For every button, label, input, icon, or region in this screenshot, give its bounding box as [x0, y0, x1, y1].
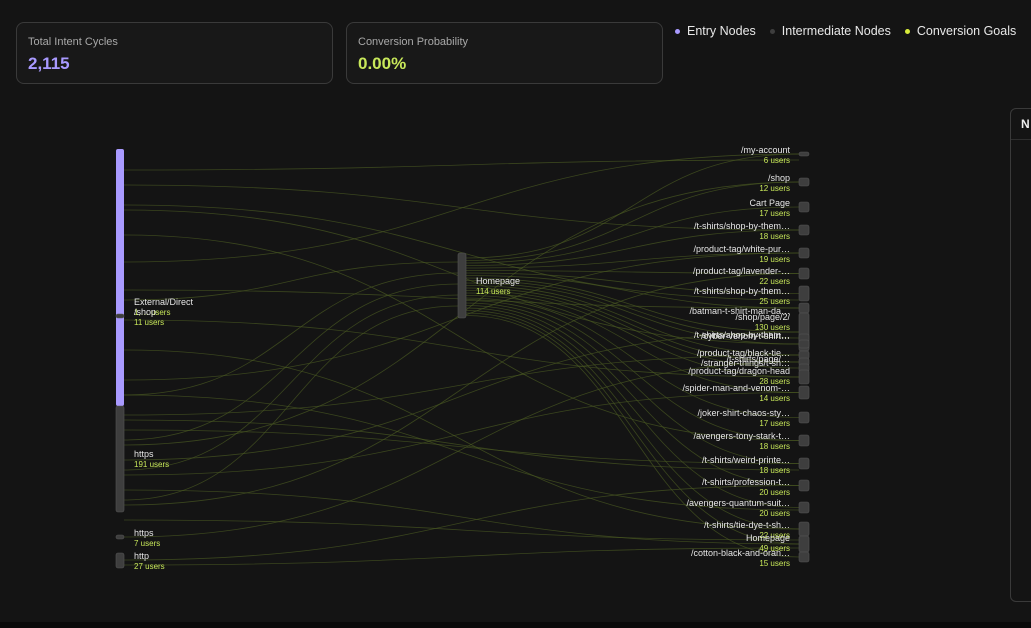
target-node-bar-avengers-quantum-suit[interactable]: [798, 501, 810, 514]
source-node-bar-https[interactable]: [115, 534, 125, 540]
target-node-bar-cart-page[interactable]: [798, 201, 810, 213]
target-node-count-shop: 12 users: [759, 184, 790, 193]
source-node-bar-https[interactable]: [115, 405, 125, 513]
target-node-count-cart-page: 17 users: [759, 209, 790, 218]
target-node-count-my-account: 6 users: [764, 156, 790, 165]
target-node-label-shop-page-2: /shop/page/2/: [735, 312, 790, 322]
target-node-bar-cotton-black-and-oran[interactable]: [798, 551, 810, 563]
target-node-label-product-tag-lavender: /product-tag/lavender-…: [693, 266, 790, 276]
target-node-bar-cyber-venom-t-shirt[interactable]: [798, 339, 810, 349]
target-node-bar-batman-t-shirt-man-da[interactable]: [798, 302, 810, 314]
flow-link: [123, 294, 459, 471]
target-node-label-t-shirts-shop-by-them: /t-shirts/shop-by-them…: [694, 286, 790, 296]
target-node-label-product-tag-white-pur: /product-tag/white-pur…: [693, 244, 790, 254]
node-details-title: N: [1021, 117, 1030, 131]
source-node-bar-http[interactable]: [115, 552, 125, 569]
target-node-label-t-shirts-tie-dye-t-sh: /t-shirts/tie-dye-t-sh…: [704, 520, 790, 530]
source-node-count-http: 27 users: [134, 562, 165, 571]
flow-link: [123, 305, 459, 501]
target-node-bar-t-shirts-weird-printe[interactable]: [798, 457, 810, 470]
target-node-count-t-shirts-profession-t: 20 users: [759, 488, 790, 497]
target-node-count-product-tag-lavender: 22 users: [759, 277, 790, 286]
flow-link: [123, 261, 459, 301]
node-details-panel[interactable]: N: [1010, 108, 1031, 602]
target-node-label-homepage: Homepage: [746, 533, 790, 543]
target-node-count-spider-man-and-venom: 14 users: [759, 394, 790, 403]
target-node-label-t-shirts-profession-t: /t-shirts/profession-t…: [702, 477, 790, 487]
target-node-bar-avengers-tony-stark-t[interactable]: [798, 434, 810, 447]
target-node-bar-t-shirts-profession-t[interactable]: [798, 479, 810, 492]
target-node-bar-joker-shirt-chaos-sty[interactable]: [798, 411, 810, 424]
target-node-count-cotton-black-and-oran: 15 users: [759, 559, 790, 568]
target-node-bar-shop[interactable]: [798, 177, 810, 187]
target-node-count-t-shirts-shop-by-them: 18 users: [759, 232, 790, 241]
middle-node-bar-homepage[interactable]: [457, 252, 467, 319]
target-node-label-spider-man-and-venom: /spider-man-and-venom-…: [682, 383, 790, 393]
target-node-count-avengers-quantum-suit: 20 users: [759, 509, 790, 518]
source-node-label-https: https: [134, 449, 154, 459]
bottom-bar: [0, 622, 1031, 628]
target-node-label-product-tag-dragon-head: /product-tag/dragon-head: [688, 366, 790, 376]
source-node-label-https: https: [134, 528, 154, 538]
flow-link: [123, 272, 459, 396]
target-node-count-avengers-tony-stark-t: 18 users: [759, 442, 790, 451]
target-node-bar-product-tag-white-pur[interactable]: [798, 247, 810, 259]
flow-link: [123, 283, 459, 441]
middle-node-label-homepage: Homepage: [476, 276, 520, 286]
target-node-bar-spider-man-and-venom[interactable]: [798, 385, 810, 400]
target-node-label-t-shirts-shop-by-them: /t-shirts/shop-by-them…: [694, 221, 790, 231]
target-node-label-avengers-quantum-suit: /avengers-quantum-suit…: [686, 498, 790, 508]
target-node-count-t-shirts-weird-printe: 18 users: [759, 466, 790, 475]
target-node-bar-homepage[interactable]: [798, 535, 810, 553]
target-node-bar-product-tag-dragon-head[interactable]: [798, 369, 810, 385]
target-node-bar-t-shirts-shop-by-them[interactable]: [798, 224, 810, 236]
target-node-label-joker-shirt-chaos-sty: /joker-shirt-chaos-sty…: [697, 408, 790, 418]
target-node-bar-my-account[interactable]: [798, 151, 810, 157]
target-node-label-my-account: /my-account: [741, 145, 791, 155]
target-node-bar-product-tag-lavender[interactable]: [798, 267, 810, 280]
flow-link: [123, 159, 800, 171]
target-node-bar-t-shirts-tie-dye-t-sh[interactable]: [798, 521, 810, 537]
target-node-label-cotton-black-and-oran: /cotton-black-and-oran…: [691, 548, 790, 558]
middle-node-count-homepage: 114 users: [476, 287, 511, 296]
source-node-label-external-direct: External/Direct: [134, 297, 194, 307]
target-node-label-avengers-tony-stark-t: /avengers-tony-stark-t…: [693, 431, 790, 441]
source-node-count-shop: 11 users: [134, 318, 164, 327]
target-node-label-t-shirts-weird-printe: /t-shirts/weird-printe…: [702, 455, 790, 465]
source-node-bar-shop[interactable]: [115, 313, 125, 319]
source-node-label-shop: /shop: [134, 307, 156, 317]
target-node-label-cyber-venom-t-shirt: /cyber-venom-t-shirt…: [701, 331, 790, 341]
target-node-count-joker-shirt-chaos-sty: 17 users: [759, 419, 790, 428]
target-node-label-shop: /shop: [768, 173, 790, 183]
node-details-divider: [1011, 139, 1031, 140]
user-flow-diagram: External/Direct1,… users/shop11 usershtt…: [115, 145, 810, 571]
source-node-count-https: 7 users: [134, 539, 160, 548]
target-node-label-cart-page: Cart Page: [749, 198, 790, 208]
source-node-bar-external-direct[interactable]: [116, 149, 124, 406]
source-node-count-https: 191 users: [134, 460, 169, 469]
source-node-label-http: http: [134, 551, 149, 561]
target-node-bar-t-shirts-shop-by-them[interactable]: [798, 285, 810, 302]
target-node-count-product-tag-white-pur: 19 users: [759, 255, 790, 264]
target-node-count-t-shirts-shop-by-them: 25 users: [759, 297, 790, 306]
